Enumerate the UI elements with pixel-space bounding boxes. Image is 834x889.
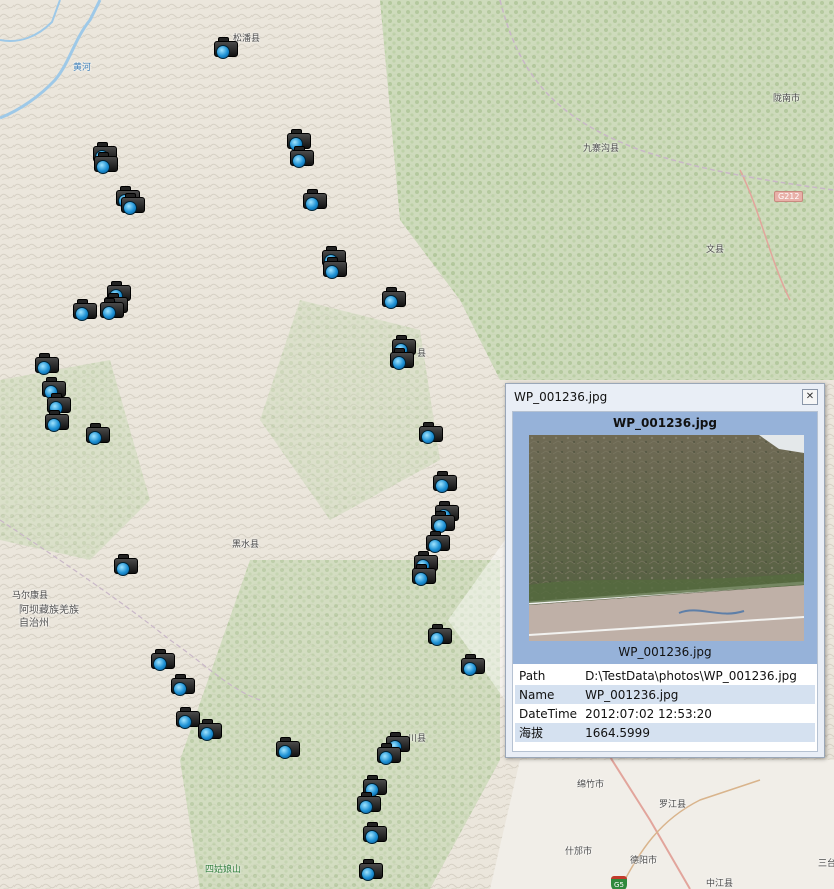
camera-marker-icon[interactable] xyxy=(362,821,388,844)
popup-content: WP_001236.jpg WP_001236.jpg Path D:\Test… xyxy=(512,411,818,752)
place-siguniang: 四姑娘山 xyxy=(205,865,242,875)
place-wenxian: 文县 xyxy=(706,245,725,255)
camera-marker-icon[interactable] xyxy=(322,256,348,279)
place-luojiang: 罗江县 xyxy=(659,800,687,810)
table-row: DateTime 2012:07:02 12:53:20 xyxy=(515,704,815,723)
camera-marker-icon[interactable] xyxy=(197,718,223,741)
attr-value-altitude: 1664.5999 xyxy=(581,723,815,742)
camera-marker-icon[interactable] xyxy=(150,648,176,671)
place-maoxian: 县 xyxy=(417,349,427,359)
photo-popup-window[interactable]: WP_001236.jpg ✕ WP_001236.jpg WP_001236.… xyxy=(505,383,825,758)
popup-titlebar[interactable]: WP_001236.jpg ✕ xyxy=(506,384,824,410)
attr-key-altitude: 海拔 xyxy=(515,723,582,742)
attr-value-name: WP_001236.jpg xyxy=(581,685,815,704)
camera-marker-icon[interactable] xyxy=(99,297,125,320)
camera-marker-icon[interactable] xyxy=(72,298,98,321)
place-aba-prefecture: 阿坝藏族羌族 自治州 xyxy=(19,605,79,629)
attr-value-path: D:\TestData\photos\WP_001236.jpg xyxy=(585,668,797,683)
photo-thumbnail[interactable] xyxy=(529,435,804,641)
camera-marker-icon[interactable] xyxy=(418,421,444,444)
attr-key-path: Path xyxy=(519,668,546,683)
popup-title: WP_001236.jpg xyxy=(514,390,608,404)
attribute-table: Path D:\TestData\photos\WP_001236.jpg Na… xyxy=(515,666,815,742)
camera-marker-icon[interactable] xyxy=(381,286,407,309)
table-row: Name WP_001236.jpg xyxy=(515,685,815,704)
camera-marker-icon[interactable] xyxy=(432,470,458,493)
camera-marker-icon[interactable] xyxy=(376,742,402,765)
camera-marker-icon[interactable] xyxy=(358,858,384,881)
place-santai: 三台 xyxy=(818,859,834,869)
camera-marker-icon[interactable] xyxy=(34,352,60,375)
attr-key-datetime: DateTime xyxy=(519,706,578,721)
camera-marker-icon[interactable] xyxy=(93,151,119,174)
camera-marker-icon[interactable] xyxy=(430,510,456,533)
camera-marker-icon[interactable] xyxy=(356,791,382,814)
camera-marker-icon[interactable] xyxy=(213,36,239,59)
attr-key-name: Name xyxy=(515,685,582,704)
place-maerkang: 马尔康县 xyxy=(12,591,49,601)
camera-marker-icon[interactable] xyxy=(389,347,415,370)
camera-marker-icon[interactable] xyxy=(302,188,328,211)
close-icon[interactable]: ✕ xyxy=(802,389,818,405)
place-zhongjiang: 中江县 xyxy=(706,879,734,889)
photo-title: WP_001236.jpg xyxy=(613,416,717,430)
table-row: Path D:\TestData\photos\WP_001236.jpg xyxy=(515,666,815,685)
camera-marker-icon[interactable] xyxy=(275,736,301,759)
place-longnan: 陇南市 xyxy=(773,94,801,104)
camera-marker-icon[interactable] xyxy=(425,530,451,553)
camera-marker-icon[interactable] xyxy=(113,553,139,576)
photo-caption: WP_001236.jpg xyxy=(618,645,712,659)
place-mianzhu: 绵竹市 xyxy=(577,780,605,790)
camera-marker-icon[interactable] xyxy=(44,409,70,432)
place-jiuzhaigou: 九寨沟县 xyxy=(583,144,620,154)
camera-marker-icon[interactable] xyxy=(170,673,196,696)
highway-shield-g5: G5 xyxy=(611,876,627,889)
table-row: 海拔 1664.5999 xyxy=(515,723,815,742)
camera-marker-icon[interactable] xyxy=(460,653,486,676)
place-heishui: 黑水县 xyxy=(232,540,260,550)
photo-panel: WP_001236.jpg WP_001236.jpg xyxy=(513,412,817,664)
road-shield-g212: G212 xyxy=(774,191,804,202)
camera-marker-icon[interactable] xyxy=(120,192,146,215)
photo-image xyxy=(529,435,804,641)
camera-marker-icon[interactable] xyxy=(85,422,111,445)
attr-value-datetime: 2012:07:02 12:53:20 xyxy=(585,706,712,721)
place-deyang: 德阳市 xyxy=(630,856,658,866)
camera-marker-icon[interactable] xyxy=(411,563,437,586)
place-huanghe: 黄河 xyxy=(73,63,92,73)
place-shifang: 什邡市 xyxy=(565,847,593,857)
camera-marker-icon[interactable] xyxy=(289,145,315,168)
camera-marker-icon[interactable] xyxy=(427,623,453,646)
